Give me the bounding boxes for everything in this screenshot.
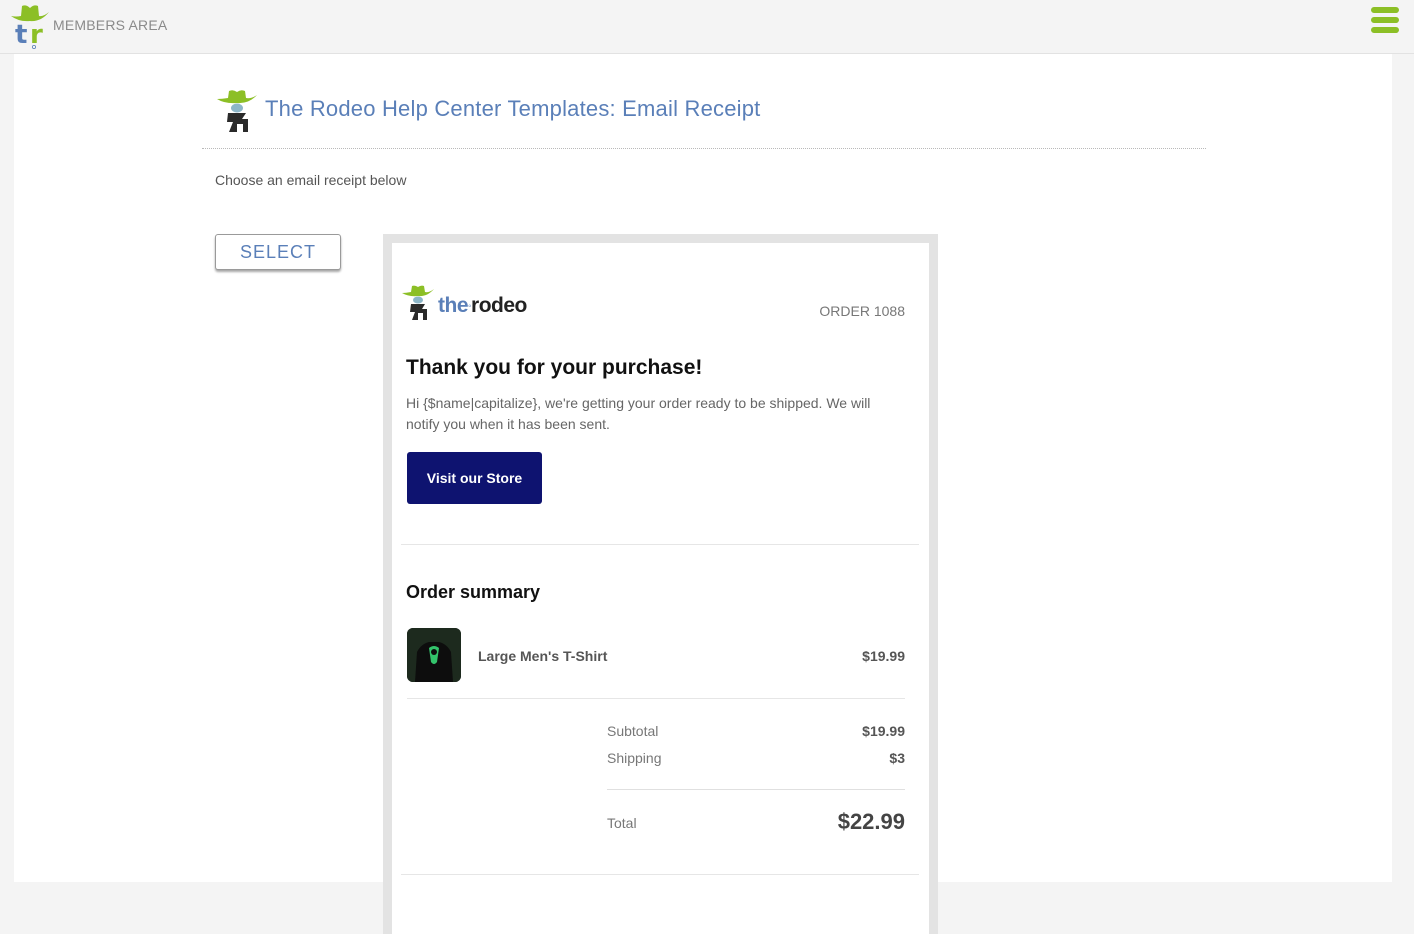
rodeo-mascot-icon bbox=[402, 285, 434, 320]
thank-you-heading: Thank you for your purchase! bbox=[406, 356, 703, 379]
members-area-label: MEMBERS AREA bbox=[53, 17, 168, 33]
subtotal-label: Subtotal bbox=[607, 723, 659, 739]
item-name: Large Men's T-Shirt bbox=[478, 648, 608, 664]
menu-bar-icon bbox=[1371, 27, 1399, 33]
rodeo-tr-logo-icon[interactable]: t r bbox=[7, 2, 53, 50]
page-title: The Rodeo Help Center Templates: Email R… bbox=[265, 96, 761, 121]
tshirt-thumbnail-image bbox=[407, 628, 461, 682]
email-receipt-preview: the◦rodeo ORDER 1088 Thank you for your … bbox=[392, 243, 929, 934]
shipping-label: Shipping bbox=[607, 750, 662, 766]
brand-rodeo-text: rodeo bbox=[471, 294, 527, 317]
total-label: Total bbox=[607, 815, 637, 831]
divider bbox=[401, 874, 919, 875]
email-preview-frame: the◦rodeo ORDER 1088 Thank you for your … bbox=[383, 234, 938, 934]
order-number: ORDER 1088 bbox=[819, 303, 905, 319]
brand-the-text: the bbox=[438, 294, 469, 317]
instruction-text: Choose an email receipt below bbox=[215, 172, 407, 188]
greeting-text: Hi {$name|capitalize}, we're getting you… bbox=[406, 395, 871, 432]
shipping-value: $3 bbox=[889, 750, 905, 766]
menu-bar-icon bbox=[1371, 7, 1399, 13]
item-price: $19.99 bbox=[862, 648, 905, 664]
svg-text:t: t bbox=[15, 20, 27, 50]
svg-text:r: r bbox=[30, 20, 43, 50]
divider bbox=[407, 698, 905, 699]
divider bbox=[401, 544, 919, 545]
select-button[interactable]: SELECT bbox=[215, 234, 341, 270]
menu-bar-icon bbox=[1371, 17, 1399, 23]
total-value: $22.99 bbox=[837, 809, 905, 834]
hamburger-menu-button[interactable] bbox=[1371, 7, 1399, 35]
divider bbox=[607, 789, 905, 790]
rodeo-mascot-icon bbox=[217, 90, 257, 132]
top-bar: t r MEMBERS AREA bbox=[0, 0, 1414, 54]
order-summary-heading: Order summary bbox=[406, 582, 541, 602]
email-brand-wordmark: the◦rodeo bbox=[438, 294, 527, 318]
subtotal-value: $19.99 bbox=[862, 723, 905, 739]
main-content: The Rodeo Help Center Templates: Email R… bbox=[14, 54, 1392, 934]
divider bbox=[202, 148, 1206, 149]
visit-store-button[interactable]: Visit our Store bbox=[407, 452, 542, 504]
